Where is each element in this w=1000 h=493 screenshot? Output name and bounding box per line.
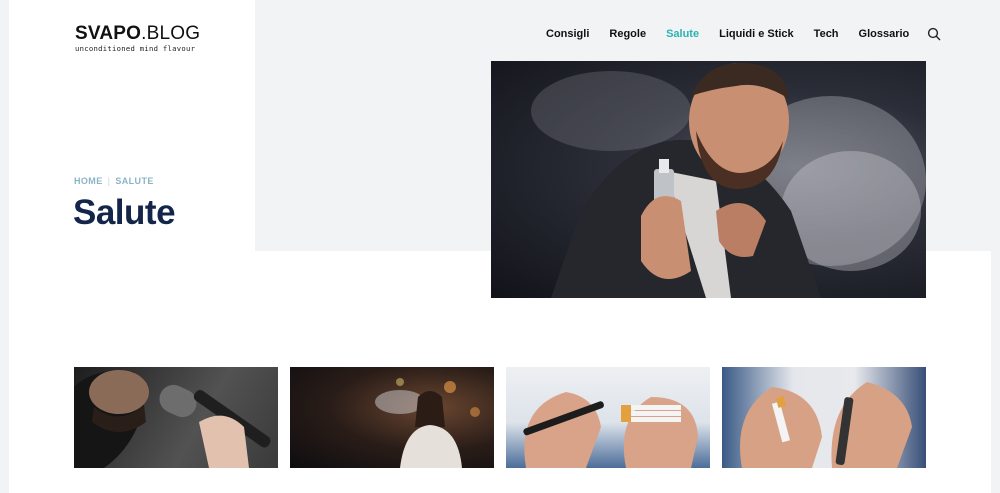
search-icon[interactable] [927, 27, 941, 41]
nav-item-liquidi-e-stick[interactable]: Liquidi e Stick [719, 28, 794, 40]
hero-image [491, 61, 926, 298]
breadcrumb: HOME | SALUTE [74, 176, 154, 186]
nav-item-glossario[interactable]: Glossario [859, 28, 910, 40]
article-thumbnail-1[interactable] [74, 367, 278, 468]
page-background-right [991, 251, 1000, 493]
page-title: Salute [73, 193, 176, 232]
article-thumbnail-2[interactable] [290, 367, 494, 468]
nav-item-salute[interactable]: Salute [666, 28, 699, 40]
breadcrumb-home[interactable]: HOME [74, 176, 103, 186]
logo-tagline: unconditioned mind flavour [75, 44, 196, 53]
nav-item-tech[interactable]: Tech [814, 28, 839, 40]
article-thumbnail-4[interactable] [722, 367, 926, 468]
main-navigation: Consigli Regole Salute Liquidi e Stick T… [546, 27, 941, 41]
nav-item-regole[interactable]: Regole [609, 28, 646, 40]
breadcrumb-separator: | [107, 176, 111, 186]
article-thumbnail-3[interactable] [506, 367, 710, 468]
nav-item-consigli[interactable]: Consigli [546, 28, 589, 40]
page-background-left [0, 0, 9, 493]
site-logo[interactable]: SVAPO.BLOG unconditioned mind flavour [75, 24, 200, 53]
logo-wordmark: SVAPO.BLOG [75, 23, 201, 44]
breadcrumb-current: SALUTE [115, 176, 154, 186]
